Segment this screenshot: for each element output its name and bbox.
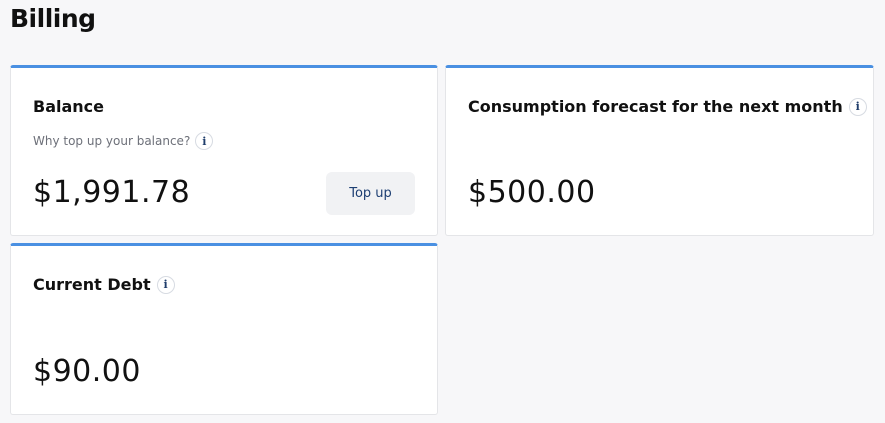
debt-amount: $90.00 xyxy=(33,354,141,389)
balance-card-title: Balance xyxy=(33,97,104,116)
top-up-button[interactable]: Top up xyxy=(326,172,415,215)
debt-card: Current Debt i $90.00 xyxy=(10,243,438,415)
balance-subtitle: Why top up your balance? i xyxy=(33,132,214,150)
balance-subtitle-text: Why top up your balance? xyxy=(33,134,191,148)
page-title: Billing xyxy=(10,4,96,33)
balance-title-text: Balance xyxy=(33,97,104,116)
debt-card-title: Current Debt i xyxy=(33,275,175,294)
info-icon[interactable]: i xyxy=(195,132,214,150)
balance-amount: $1,991.78 xyxy=(33,175,191,210)
forecast-card-title: Consumption forecast for the next month … xyxy=(468,97,867,116)
forecast-card: Consumption forecast for the next month … xyxy=(445,65,874,236)
balance-card: Balance Why top up your balance? i $1,99… xyxy=(10,65,438,236)
forecast-title-text: Consumption forecast for the next month xyxy=(468,97,843,116)
debt-title-text: Current Debt xyxy=(33,275,151,294)
info-icon[interactable]: i xyxy=(156,275,175,294)
info-icon[interactable]: i xyxy=(848,97,867,116)
forecast-amount: $500.00 xyxy=(468,175,596,210)
